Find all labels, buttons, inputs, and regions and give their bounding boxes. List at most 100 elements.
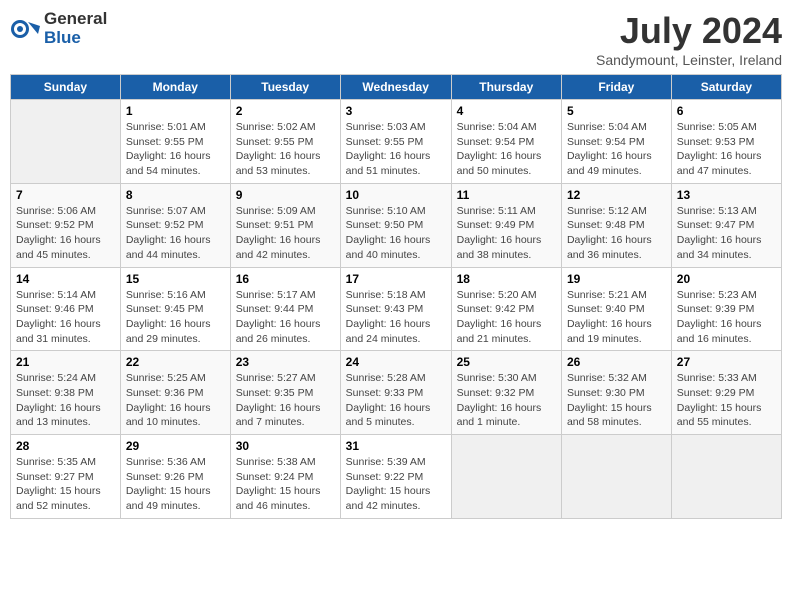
column-header-thursday: Thursday	[451, 75, 561, 100]
calendar-cell	[11, 100, 121, 184]
title-block: July 2024 Sandymount, Leinster, Ireland	[596, 10, 782, 68]
logo-blue-text: Blue	[44, 28, 81, 47]
calendar-cell: 6 Sunrise: 5:05 AMSunset: 9:53 PMDaylight…	[671, 100, 781, 184]
day-info: Sunrise: 5:32 AMSunset: 9:30 PMDaylight:…	[567, 371, 666, 430]
day-number: 19	[567, 272, 666, 286]
calendar-cell: 10Sunrise: 5:10 AMSunset: 9:50 PMDayligh…	[340, 183, 451, 267]
calendar-cell: 23 Sunrise: 5:27 AMSunset: 9:35 PMDayligh…	[230, 351, 340, 435]
calendar-cell: 28 Sunrise: 5:35 AMSunset: 9:27 PMDayligh…	[11, 435, 121, 519]
calendar-cell: 19 Sunrise: 5:21 AMSunset: 9:40 PMDayligh…	[561, 267, 671, 351]
day-info: Sunrise: 5:30 AMSunset: 9:32 PMDaylight:…	[457, 371, 556, 430]
calendar-week-row: 7 Sunrise: 5:06 AMSunset: 9:52 PMDaylight…	[11, 183, 782, 267]
calendar-cell: 16 Sunrise: 5:17 AMSunset: 9:44 PMDayligh…	[230, 267, 340, 351]
day-number: 8	[126, 188, 225, 202]
day-number: 25	[457, 355, 556, 369]
day-info: Sunrise: 5:04 AMSunset: 9:54 PMDaylight:…	[457, 120, 556, 179]
day-info: Sunrise: 5:21 AMSunset: 9:40 PMDaylight:…	[567, 288, 666, 347]
calendar-week-row: 28 Sunrise: 5:35 AMSunset: 9:27 PMDayligh…	[11, 435, 782, 519]
calendar-cell: 21 Sunrise: 5:24 AMSunset: 9:38 PMDayligh…	[11, 351, 121, 435]
day-number: 15	[126, 272, 225, 286]
logo-icon	[10, 14, 40, 44]
day-number: 22	[126, 355, 225, 369]
day-info: Sunrise: 5:11 AMSunset: 9:49 PMDaylight:…	[457, 204, 556, 263]
calendar-cell	[561, 435, 671, 519]
day-info: Sunrise: 5:07 AMSunset: 9:52 PMDaylight:…	[126, 204, 225, 263]
day-info: Sunrise: 5:18 AMSunset: 9:43 PMDaylight:…	[346, 288, 446, 347]
calendar-cell: 12 Sunrise: 5:12 AMSunset: 9:48 PMDayligh…	[561, 183, 671, 267]
location-subtitle: Sandymount, Leinster, Ireland	[596, 52, 782, 68]
day-number: 6	[677, 104, 776, 118]
day-info: Sunrise: 5:01 AMSunset: 9:55 PMDaylight:…	[126, 120, 225, 179]
day-info: Sunrise: 5:05 AMSunset: 9:53 PMDaylight:…	[677, 120, 776, 179]
calendar-cell: 1 Sunrise: 5:01 AMSunset: 9:55 PMDaylight…	[120, 100, 230, 184]
calendar-header-row: SundayMondayTuesdayWednesdayThursdayFrid…	[11, 75, 782, 100]
day-number: 14	[16, 272, 115, 286]
day-number: 29	[126, 439, 225, 453]
day-info: Sunrise: 5:39 AMSunset: 9:22 PMDaylight:…	[346, 455, 446, 514]
day-number: 2	[236, 104, 335, 118]
calendar-cell: 27Sunrise: 5:33 AMSunset: 9:29 PMDayligh…	[671, 351, 781, 435]
day-number: 24	[346, 355, 446, 369]
day-info: Sunrise: 5:16 AMSunset: 9:45 PMDaylight:…	[126, 288, 225, 347]
day-info: Sunrise: 5:25 AMSunset: 9:36 PMDaylight:…	[126, 371, 225, 430]
calendar-cell	[671, 435, 781, 519]
day-number: 4	[457, 104, 556, 118]
day-number: 13	[677, 188, 776, 202]
calendar-cell: 25 Sunrise: 5:30 AMSunset: 9:32 PMDayligh…	[451, 351, 561, 435]
day-number: 18	[457, 272, 556, 286]
day-info: Sunrise: 5:24 AMSunset: 9:38 PMDaylight:…	[16, 371, 115, 430]
day-info: Sunrise: 5:12 AMSunset: 9:48 PMDaylight:…	[567, 204, 666, 263]
calendar-cell: 9Sunrise: 5:09 AMSunset: 9:51 PMDaylight…	[230, 183, 340, 267]
column-header-sunday: Sunday	[11, 75, 121, 100]
day-info: Sunrise: 5:14 AMSunset: 9:46 PMDaylight:…	[16, 288, 115, 347]
day-number: 28	[16, 439, 115, 453]
day-number: 12	[567, 188, 666, 202]
calendar-cell: 15 Sunrise: 5:16 AMSunset: 9:45 PMDayligh…	[120, 267, 230, 351]
column-header-saturday: Saturday	[671, 75, 781, 100]
day-info: Sunrise: 5:13 AMSunset: 9:47 PMDaylight:…	[677, 204, 776, 263]
month-year-title: July 2024	[596, 10, 782, 52]
calendar-cell: 24Sunrise: 5:28 AMSunset: 9:33 PMDayligh…	[340, 351, 451, 435]
calendar-cell: 18Sunrise: 5:20 AMSunset: 9:42 PMDayligh…	[451, 267, 561, 351]
day-info: Sunrise: 5:10 AMSunset: 9:50 PMDaylight:…	[346, 204, 446, 263]
calendar-cell: 2 Sunrise: 5:02 AMSunset: 9:55 PMDaylight…	[230, 100, 340, 184]
day-number: 27	[677, 355, 776, 369]
column-header-tuesday: Tuesday	[230, 75, 340, 100]
day-number: 11	[457, 188, 556, 202]
day-number: 7	[16, 188, 115, 202]
page-header: General Blue July 2024 Sandymount, Leins…	[10, 10, 782, 68]
column-header-wednesday: Wednesday	[340, 75, 451, 100]
calendar-cell: 17Sunrise: 5:18 AMSunset: 9:43 PMDayligh…	[340, 267, 451, 351]
day-info: Sunrise: 5:35 AMSunset: 9:27 PMDaylight:…	[16, 455, 115, 514]
calendar-cell: 7 Sunrise: 5:06 AMSunset: 9:52 PMDaylight…	[11, 183, 121, 267]
day-number: 31	[346, 439, 446, 453]
calendar-cell: 4 Sunrise: 5:04 AMSunset: 9:54 PMDaylight…	[451, 100, 561, 184]
calendar-cell: 31 Sunrise: 5:39 AMSunset: 9:22 PMDayligh…	[340, 435, 451, 519]
day-number: 21	[16, 355, 115, 369]
day-info: Sunrise: 5:23 AMSunset: 9:39 PMDaylight:…	[677, 288, 776, 347]
calendar-cell: 22 Sunrise: 5:25 AMSunset: 9:36 PMDayligh…	[120, 351, 230, 435]
calendar-cell: 13 Sunrise: 5:13 AMSunset: 9:47 PMDayligh…	[671, 183, 781, 267]
day-info: Sunrise: 5:17 AMSunset: 9:44 PMDaylight:…	[236, 288, 335, 347]
calendar-cell: 29 Sunrise: 5:36 AMSunset: 9:26 PMDayligh…	[120, 435, 230, 519]
day-info: Sunrise: 5:03 AMSunset: 9:55 PMDaylight:…	[346, 120, 446, 179]
calendar-cell: 3Sunrise: 5:03 AMSunset: 9:55 PMDaylight…	[340, 100, 451, 184]
day-info: Sunrise: 5:04 AMSunset: 9:54 PMDaylight:…	[567, 120, 666, 179]
day-info: Sunrise: 5:27 AMSunset: 9:35 PMDaylight:…	[236, 371, 335, 430]
day-number: 1	[126, 104, 225, 118]
day-number: 23	[236, 355, 335, 369]
day-info: Sunrise: 5:06 AMSunset: 9:52 PMDaylight:…	[16, 204, 115, 263]
day-info: Sunrise: 5:36 AMSunset: 9:26 PMDaylight:…	[126, 455, 225, 514]
calendar-cell: 11 Sunrise: 5:11 AMSunset: 9:49 PMDayligh…	[451, 183, 561, 267]
day-info: Sunrise: 5:02 AMSunset: 9:55 PMDaylight:…	[236, 120, 335, 179]
logo-general-text: General	[44, 9, 107, 28]
calendar-cell: 8 Sunrise: 5:07 AMSunset: 9:52 PMDaylight…	[120, 183, 230, 267]
calendar-week-row: 1 Sunrise: 5:01 AMSunset: 9:55 PMDaylight…	[11, 100, 782, 184]
day-number: 26	[567, 355, 666, 369]
calendar-cell: 30Sunrise: 5:38 AMSunset: 9:24 PMDayligh…	[230, 435, 340, 519]
calendar-week-row: 21 Sunrise: 5:24 AMSunset: 9:38 PMDayligh…	[11, 351, 782, 435]
day-number: 16	[236, 272, 335, 286]
day-number: 20	[677, 272, 776, 286]
calendar-cell: 14 Sunrise: 5:14 AMSunset: 9:46 PMDayligh…	[11, 267, 121, 351]
logo: General Blue	[10, 10, 107, 47]
